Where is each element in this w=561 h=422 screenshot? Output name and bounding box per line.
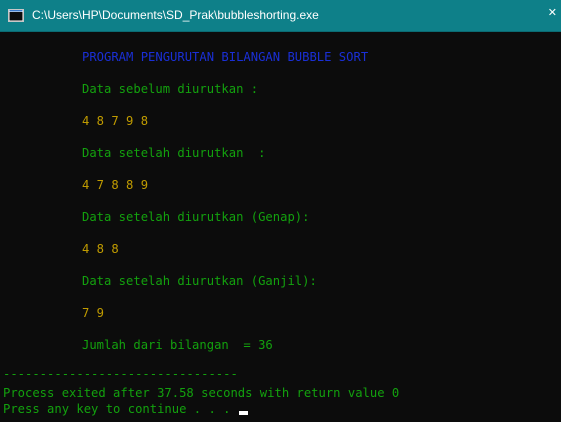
title-bar[interactable]: C:\Users\HP\Documents\SD_Prak\bubbleshor… xyxy=(0,0,561,32)
sum-line: Jumlah dari bilangan = 36 xyxy=(82,338,273,352)
console-output[interactable]: PROGRAM PENGURUTAN BILANGAN BUBBLE SORT … xyxy=(0,32,561,422)
even-sort-values: 4 8 8 xyxy=(82,242,119,256)
text-cursor xyxy=(238,411,248,415)
after-sort-values: 4 7 8 8 9 xyxy=(82,178,149,192)
window-title: C:\Users\HP\Documents\SD_Prak\bubbleshor… xyxy=(32,8,319,22)
before-sort-label: Data sebelum diurutkan : xyxy=(82,82,259,96)
continue-prompt-line: Press any key to continue . . . xyxy=(3,401,248,417)
odd-sort-values: 7 9 xyxy=(82,306,105,320)
after-sort-label: Data setelah diurutkan : xyxy=(82,146,266,160)
even-sort-label: Data setelah diurutkan (Genap): xyxy=(82,210,310,224)
exit-message: Process exited after 37.58 seconds with … xyxy=(3,386,400,400)
close-button[interactable]: ✕ xyxy=(545,0,561,31)
program-title: PROGRAM PENGURUTAN BILANGAN BUBBLE SORT xyxy=(82,50,369,64)
close-icon: ✕ xyxy=(547,6,557,19)
before-sort-values: 4 8 7 9 8 xyxy=(82,114,149,128)
console-app-icon xyxy=(8,9,24,22)
separator-line: -------------------------------- xyxy=(3,367,238,381)
continue-prompt: Press any key to continue . . . xyxy=(3,402,238,416)
odd-sort-label: Data setelah diurutkan (Ganjil): xyxy=(82,274,317,288)
console-window: C:\Users\HP\Documents\SD_Prak\bubbleshor… xyxy=(0,0,561,422)
